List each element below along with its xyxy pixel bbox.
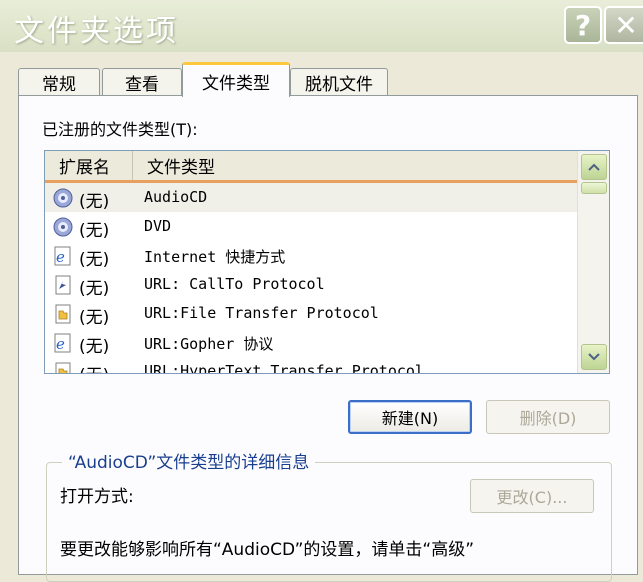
svg-text:e: e	[56, 335, 65, 353]
column-header-extension[interactable]: 扩展名	[45, 151, 133, 180]
list-scrollbar[interactable]	[577, 151, 609, 373]
close-button[interactable]: ✕	[604, 6, 643, 44]
row-file-type: URL:File Transfer Protocol	[144, 304, 379, 322]
svg-text:e: e	[56, 248, 65, 266]
change-button[interactable]: 更改(C)...	[470, 479, 594, 513]
url-folder-icon	[55, 304, 71, 324]
help-button[interactable]: ?	[564, 6, 602, 44]
scroll-thumb[interactable]	[581, 182, 607, 194]
list-header: 扩展名 文件类型	[45, 151, 579, 183]
row-extension: (无)	[79, 361, 109, 373]
internet-explorer-icon: e	[54, 333, 71, 353]
row-file-type: URL: CallTo Protocol	[144, 275, 325, 293]
window-title: 文件夹选项	[14, 14, 179, 49]
scroll-down-button[interactable]	[581, 344, 607, 370]
list-item[interactable]: e (无) Internet 快捷方式	[45, 241, 579, 270]
column-header-file-type[interactable]: 文件类型	[133, 151, 579, 180]
chevron-up-icon	[588, 163, 600, 171]
tab-general[interactable]: 常规	[18, 68, 100, 96]
row-extension: (无)	[79, 221, 110, 241]
row-file-type: AudioCD	[144, 188, 208, 206]
open-with-label: 打开方式:	[60, 487, 134, 507]
list-item[interactable]: (无) AudioCD	[45, 183, 579, 212]
file-types-list[interactable]: 扩展名 文件类型 (无) AudioCD (无) DVD e (无) Inter…	[44, 150, 610, 374]
url-folder-icon	[55, 362, 71, 373]
list-item[interactable]: (无) URL:File Transfer Protocol	[45, 299, 579, 328]
dvd-icon	[53, 217, 73, 237]
tab-offline-files[interactable]: 脱机文件	[290, 68, 388, 96]
row-file-type: Internet 快捷方式	[144, 248, 286, 266]
row-extension: (无)	[79, 279, 110, 299]
row-extension: (无)	[79, 308, 110, 328]
row-file-type: URL:HyperText Transfer Protocol	[144, 362, 424, 374]
row-extension: (无)	[79, 192, 110, 212]
details-group-title: “AudioCD”文件类型的详细信息	[62, 448, 316, 473]
url-protocol-icon	[55, 275, 71, 295]
advanced-hint-text: 要更改能够影响所有“AudioCD”的设置，请单击“高级”	[60, 540, 475, 560]
tab-view[interactable]: 查看	[102, 68, 182, 96]
row-extension: (无)	[79, 337, 110, 357]
internet-explorer-icon: e	[54, 246, 71, 266]
row-extension: (无)	[79, 250, 110, 270]
list-item[interactable]: (无) URL:HyperText Transfer Protocol	[45, 357, 579, 374]
list-item[interactable]: (无) URL: CallTo Protocol	[45, 270, 579, 299]
new-button[interactable]: 新建(N)	[348, 400, 472, 434]
row-file-type: URL:Gopher 协议	[144, 335, 274, 353]
row-file-type: DVD	[144, 217, 172, 235]
tab-strip: 常规 查看 文件类型 脱机文件	[18, 62, 628, 97]
scroll-up-button[interactable]	[581, 154, 607, 180]
tab-file-types[interactable]: 文件类型	[182, 62, 290, 97]
list-item[interactable]: e (无) URL:Gopher 协议	[45, 328, 579, 357]
audio-cd-icon	[53, 188, 73, 208]
list-item[interactable]: (无) DVD	[45, 212, 579, 241]
chevron-down-icon	[588, 353, 600, 361]
list-rows: (无) AudioCD (无) DVD e (无) Internet 快捷方式	[45, 183, 579, 374]
title-bar: 文件夹选项 ? ✕	[0, 0, 643, 52]
registered-types-label: 已注册的文件类型(T):	[42, 120, 198, 139]
delete-button[interactable]: 删除(D)	[486, 400, 610, 434]
